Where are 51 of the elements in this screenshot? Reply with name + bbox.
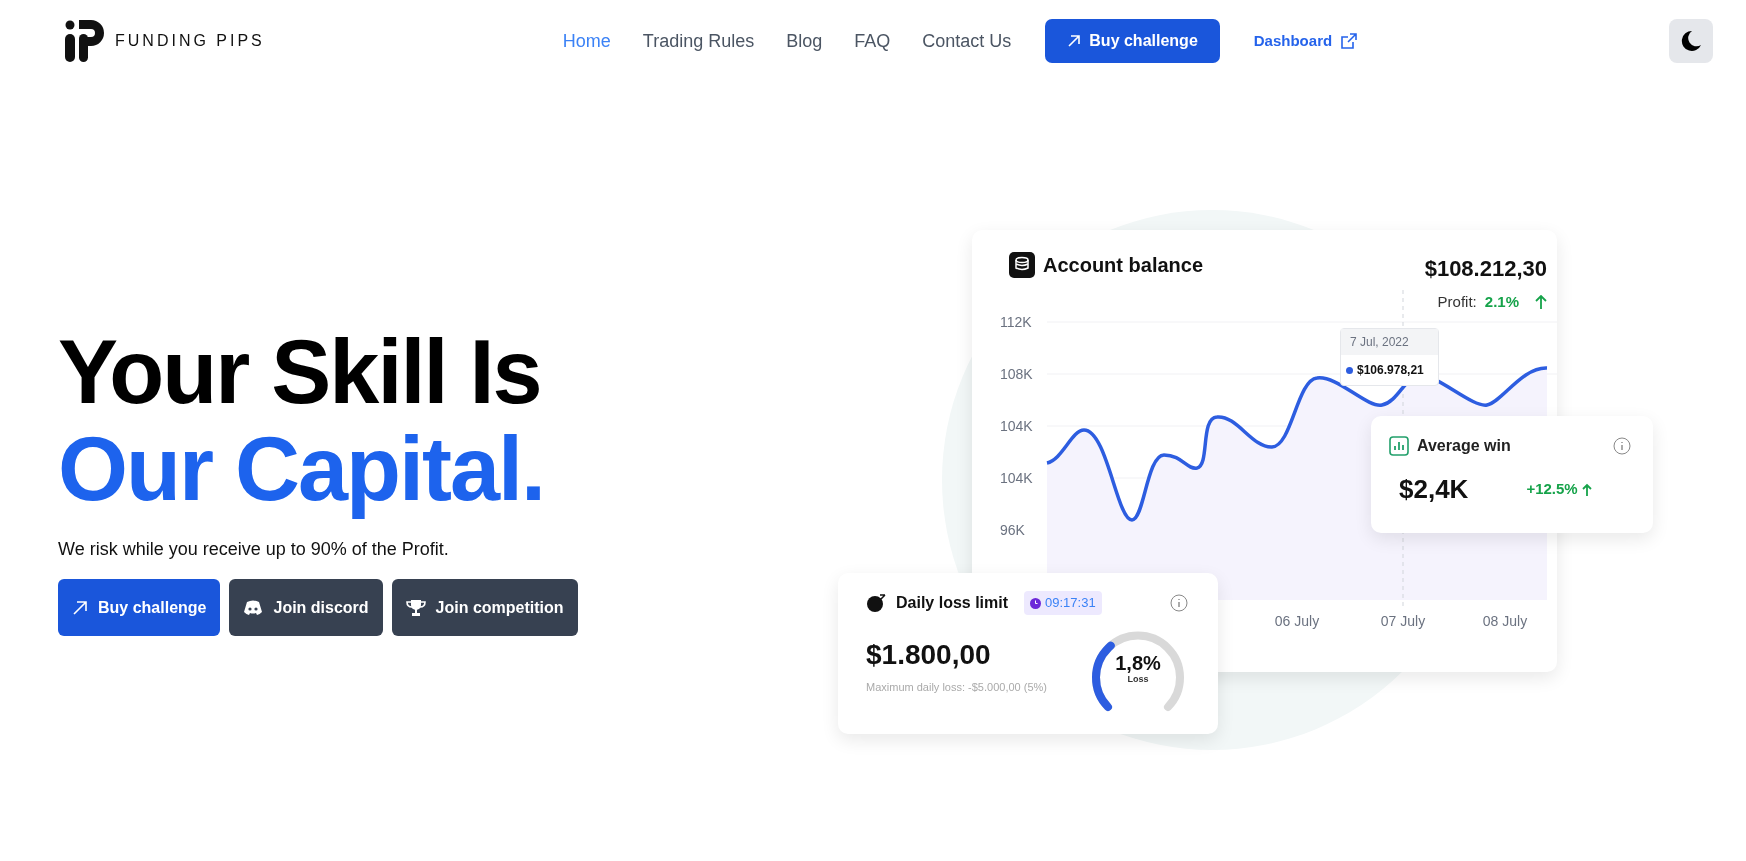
clock-icon (1030, 597, 1042, 609)
up-arrow-icon (1581, 482, 1592, 497)
balance-amount: $108.212,30 (1424, 255, 1547, 283)
dashboard-link[interactable]: Dashboard (1253, 29, 1358, 53)
nav-link[interactable]: Blog (770, 27, 839, 55)
hero-subtitle: We risk while you receive up to 90% of the Profit. (58, 538, 450, 561)
axis-label: 06 July (1274, 613, 1320, 629)
brand-name: FUNDING PIPS (115, 31, 265, 51)
buy-challenge-button[interactable]: Buy challenge (58, 579, 221, 636)
tooltip-date: 7 Jul, 2022 (1341, 329, 1438, 355)
card-title: Daily loss limit (896, 593, 1009, 613)
buy-challenge-button[interactable]: Buy challenge (1045, 19, 1220, 63)
gauge-value: 1,8% (1114, 653, 1162, 673)
info-icon (1613, 437, 1631, 455)
series-dot-icon (1346, 366, 1353, 374)
up-arrow-icon (1535, 294, 1547, 310)
join-competition-button[interactable]: Join competition (391, 579, 578, 636)
arrow-icon (72, 599, 88, 616)
profit-label: Profit: (1437, 292, 1477, 312)
timer-badge: 09:17:31 (1024, 591, 1102, 615)
max-loss-note: Maximum daily loss: -$5.000,00 (5%) (866, 680, 1047, 695)
bar-chart-icon (1389, 436, 1409, 456)
axis-label: 104K (1000, 418, 1033, 434)
nav-link[interactable]: Contact Us (906, 27, 1028, 55)
theme-toggle[interactable] (1669, 19, 1713, 63)
card-title: Average win (1417, 436, 1511, 456)
axis-label: 108K (1000, 366, 1033, 382)
trophy-icon (405, 598, 426, 617)
coins-icon (1009, 252, 1035, 278)
loss-amount: $1.800,00 (866, 641, 992, 669)
tooltip-value: $106.978,21 (1357, 362, 1424, 379)
arrow-icon (1067, 34, 1082, 48)
profit-value: 2.1% (1484, 292, 1519, 312)
controller-icon (243, 599, 264, 616)
nav-link[interactable]: Home (546, 27, 627, 55)
axis-label: 96K (1000, 522, 1025, 538)
logo-icon (65, 20, 105, 62)
axis-label: 07 July (1380, 613, 1426, 629)
axis-label: 104K (1000, 470, 1033, 486)
join-discord-button[interactable]: Join discord (229, 579, 383, 636)
nav-link[interactable]: FAQ (838, 27, 907, 55)
info-icon (1170, 594, 1188, 612)
average-win-amount: $2,4K (1399, 473, 1469, 506)
axis-label: 112K (1000, 314, 1032, 330)
card-title: Account balance (1043, 253, 1204, 278)
axis-label: 08 July (1482, 613, 1528, 629)
moon-icon (1680, 30, 1702, 52)
gauge-label: Loss (1126, 673, 1150, 686)
change-value: +12.5% (1526, 479, 1578, 500)
external-link-icon (1340, 32, 1358, 50)
nav-link[interactable]: Trading Rules (626, 27, 771, 55)
